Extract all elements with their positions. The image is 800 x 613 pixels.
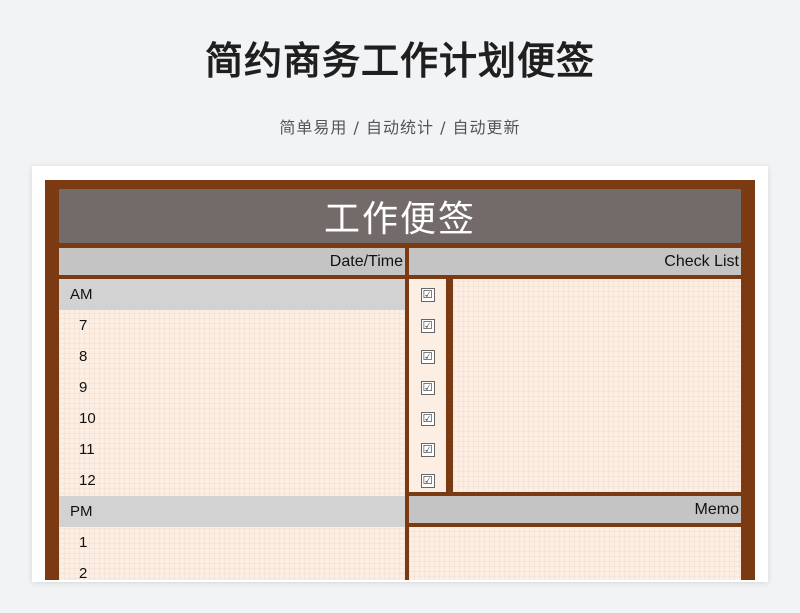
planner-banner-title: 工作便签 xyxy=(59,189,741,243)
hour-row-7[interactable]: 7 xyxy=(59,310,405,341)
hour-row-11[interactable]: 11 xyxy=(59,434,405,465)
planner-sheet: 工作便签 Date/Time Check List AM 7 8 9 10 11… xyxy=(45,180,755,580)
hour-row-9[interactable]: 9 xyxy=(59,372,405,403)
checkbox-6[interactable]: ☑ xyxy=(420,442,435,457)
preview-card: 工作便签 Date/Time Check List AM 7 8 9 10 11… xyxy=(32,166,768,582)
check-list-area[interactable] xyxy=(453,279,741,492)
hour-row-2[interactable]: 2 xyxy=(59,558,405,580)
hour-row-1[interactable]: 1 xyxy=(59,527,405,558)
pm-section-label: PM xyxy=(59,496,405,527)
hour-row-12[interactable]: 12 xyxy=(59,465,405,496)
checkbox-2[interactable]: ☑ xyxy=(420,318,435,333)
memo-area[interactable] xyxy=(409,527,741,580)
checkbox-3[interactable]: ☑ xyxy=(420,349,435,364)
page-title: 简约商务工作计划便签 xyxy=(204,39,595,83)
hour-row-10[interactable]: 10 xyxy=(59,403,405,434)
checkbox-7[interactable]: ☑ xyxy=(420,473,435,488)
check-list-header: Check List xyxy=(409,248,741,275)
schedule-column: AM 7 8 9 10 11 12 PM 1 2 xyxy=(59,279,405,580)
date-time-header: Date/Time xyxy=(59,248,405,275)
checkbox-4[interactable]: ☑ xyxy=(420,380,435,395)
page-subtitle: 简单易用 / 自动统计 / 自动更新 xyxy=(279,118,521,137)
checkbox-column: ☑ ☑ ☑ ☑ ☑ ☑ ☑ xyxy=(409,279,446,492)
am-section-label: AM xyxy=(59,279,405,310)
checkbox-5[interactable]: ☑ xyxy=(420,411,435,426)
hour-row-8[interactable]: 8 xyxy=(59,341,405,372)
memo-header: Memo xyxy=(409,496,741,523)
checkbox-1[interactable]: ☑ xyxy=(420,287,435,302)
